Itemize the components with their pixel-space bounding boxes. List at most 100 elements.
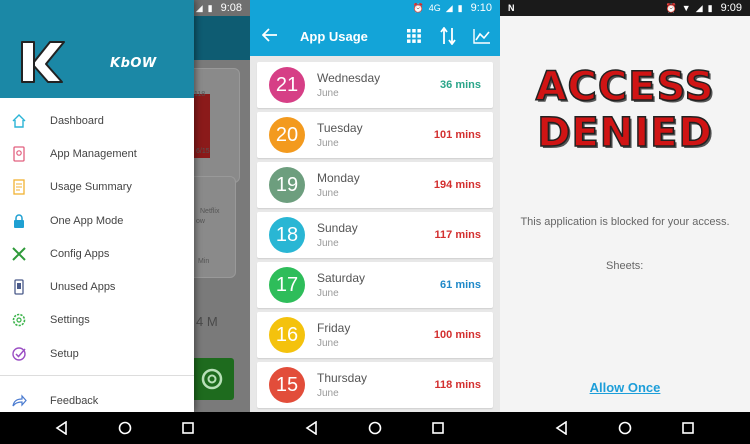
chart-view-button[interactable] [472,26,492,46]
menu-item-dashboard[interactable]: Dashboard [0,104,194,137]
day-text: Thursday June [317,371,435,399]
recents-nav-button[interactable] [679,419,697,437]
system-nav-bar [500,412,750,444]
weekday-label: Friday [317,321,351,335]
tools-icon [10,245,28,263]
back-triangle-icon [305,421,317,435]
month-label: June [317,188,339,199]
day-text: Sunday June [317,221,435,249]
day-text: Saturday June [317,271,440,299]
menu-item-usage-summary[interactable]: Usage Summary [0,171,194,204]
usage-minutes: 118 mins [434,379,481,391]
background-ghost-min: Min [198,258,210,265]
menu-item-label: One App Mode [50,214,124,227]
menu-item-label: Config Apps [50,247,110,260]
back-arrow-icon [261,28,277,42]
back-nav-button[interactable] [303,419,321,437]
drawer-divider [0,375,194,376]
home-nav-button[interactable] [116,419,134,437]
recents-square-icon [432,422,445,434]
weekday-label: Saturday [317,271,366,285]
app-management-icon [10,145,28,163]
clock: 9:10 [470,2,492,14]
usage-day-row[interactable]: 15 Thursday June 118 mins [257,362,493,408]
app-bar-actions [404,26,492,46]
menu-item-label: Feedback [50,394,99,407]
app-usage-screen: ⏰ 4G ◢ ▮ 9:10 App Usage 21 Wednesday Jun… [250,0,500,444]
sort-arrows-icon [440,27,456,45]
usage-minutes: 61 mins [440,279,481,291]
home-nav-button[interactable] [366,419,384,437]
recents-nav-button[interactable] [179,419,197,437]
usage-minutes: 101 mins [433,129,481,141]
weekday-label: Tuesday [317,121,363,135]
menu-item-label: Usage Summary [50,181,132,194]
background-ghost-4m: 4 M [196,314,218,329]
allow-once-link[interactable]: Allow Once [500,380,750,395]
battery-icon: ▮ [207,3,213,13]
menu-item-config-apps[interactable]: Config Apps [0,237,194,270]
usage-day-row[interactable]: 21 Wednesday June 36 mins [257,62,493,108]
app-bar: ⏰ 4G ◢ ▮ 9:10 App Usage [250,0,500,56]
menu-item-label: Settings [50,314,90,327]
alarm-icon: ⏰ [412,3,424,13]
house-icon [10,112,28,130]
grid-view-button[interactable] [404,26,424,46]
month-label: June [317,138,339,149]
usage-day-row[interactable]: 16 Friday June 100 mins [257,312,493,358]
headline-access: ACCESS [535,63,715,111]
signal-icon: ◢ [195,3,203,13]
day-text: Friday June [317,321,434,349]
check-circle-icon [10,345,28,363]
usage-minutes: 36 mins [440,79,481,91]
home-circle-icon [618,421,632,435]
usage-day-row[interactable]: 19 Monday June 194 mins [257,162,493,208]
menu-item-one-app-mode[interactable]: One App Mode [0,204,194,237]
menu-item-settings[interactable]: Settings [0,304,194,337]
sort-button[interactable] [438,26,458,46]
home-nav-button[interactable] [616,419,634,437]
day-number-badge: 21 [269,67,305,103]
back-arrow-button[interactable] [261,28,278,47]
day-number-badge: 15 [269,367,305,403]
lock-icon [10,212,28,230]
drawer-menu: Dashboard App Management Usage Summary O… [0,104,194,370]
menu-item-unused-apps[interactable]: Unused Apps [0,270,194,303]
month-label: June [317,338,339,349]
usage-minutes: 194 mins [433,179,481,191]
day-text: Wednesday June [317,71,440,99]
month-label: June [317,388,339,399]
usage-day-row[interactable]: 18 Sunday June 117 mins [257,212,493,258]
network-type: 4G [428,3,441,13]
screenshot-stage: 118 6/15 Netflix ow Min 4 M ⏰ 4G ◢ ▮ 9:0… [0,0,750,444]
background-ghost-date: 6/15 [196,148,210,155]
signal-icon: ◢ [445,3,453,13]
back-nav-button[interactable] [553,419,571,437]
day-text: Tuesday June [317,121,434,149]
menu-item-label: Setup [50,347,79,360]
back-nav-button[interactable] [53,419,71,437]
day-number-badge: 17 [269,267,305,303]
drawer-screen: 118 6/15 Netflix ow Min 4 M ⏰ 4G ◢ ▮ 9:0… [0,0,250,444]
drawer-header: KbOW [0,0,194,98]
background-ghost-netflix: Netflix [200,208,220,215]
headline-denied: DENIED [537,109,713,157]
back-triangle-icon [555,421,567,435]
status-bar: ⏰ 4G ◢ ▮ 9:10 [250,0,500,16]
background-ghost-118: 118 [194,91,206,98]
menu-item-app-management[interactable]: App Management [0,137,194,170]
background-ghost-ow: ow [196,218,205,225]
day-text: Monday June [317,171,434,199]
weekday-label: Sunday [317,221,358,235]
home-circle-icon [118,421,132,435]
clock: 9:08 [220,2,242,14]
status-bar: N ⏰ ▼ ◢ ▮ 9:09 [500,0,750,16]
sheets-label: Sheets: [606,260,644,272]
usage-day-row[interactable]: 20 Tuesday June 101 mins [257,112,493,158]
menu-item-setup[interactable]: Setup [0,337,194,370]
recents-nav-button[interactable] [429,419,447,437]
usage-minutes: 100 mins [433,329,481,341]
usage-day-row[interactable]: 17 Saturday June 61 mins [257,262,493,308]
usage-minutes: 117 mins [434,229,481,241]
menu-item-label: Unused Apps [50,281,116,294]
